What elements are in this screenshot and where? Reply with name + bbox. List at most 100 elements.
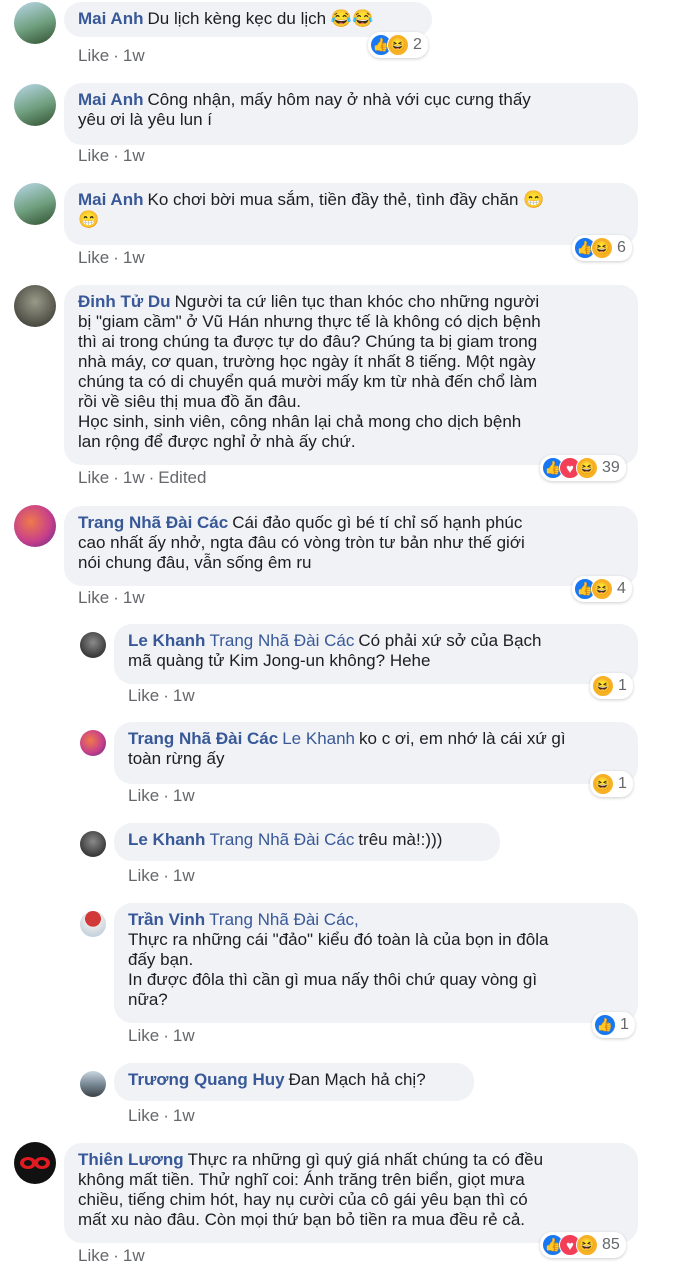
like-link[interactable]: Like (78, 146, 109, 165)
timestamp[interactable]: 1w (123, 146, 145, 165)
mention-tag[interactable]: Le Khanh (282, 729, 355, 748)
avatar[interactable] (14, 505, 56, 547)
comment-author[interactable]: Thiên Lương (78, 1150, 184, 1169)
timestamp[interactable]: 1w (123, 468, 145, 487)
comment-meta: Like · 1w (78, 248, 145, 267)
comment-bubble: Mai Anh Ko chơi bời mua sắm, tiền đầy thẻ… (64, 183, 638, 245)
mention-tag[interactable]: Trang Nhã Đài Các (209, 631, 354, 650)
reaction-summary[interactable]: 👍 😆 6 (572, 235, 632, 261)
reply-bubble: Le Khanh Trang Nhã Đài Các trêu mà!:))) (114, 823, 500, 861)
reply-bubble: Trang Nhã Đài Các Le Khanh ko c ơi, em nhớ… (114, 722, 638, 784)
avatar[interactable] (14, 285, 56, 327)
avatar[interactable] (80, 911, 106, 937)
timestamp[interactable]: 1w (173, 866, 195, 885)
haha-reaction-icon: 😆 (576, 1234, 598, 1256)
comment-bubble: Mai Anh Công nhận, mấy hôm nay ở nhà với … (64, 83, 638, 145)
haha-reaction-icon: 😆 (576, 457, 598, 479)
like-link[interactable]: Like (128, 786, 159, 805)
avatar[interactable] (80, 1071, 106, 1097)
timestamp[interactable]: 1w (123, 248, 145, 267)
avatar[interactable] (80, 831, 106, 857)
reaction-summary[interactable]: 👍 ♥ 😆 85 (540, 1232, 626, 1258)
like-link[interactable]: Like (128, 1106, 159, 1125)
haha-reaction-icon: 😆 (592, 675, 614, 697)
reaction-count: 1 (620, 1016, 629, 1033)
reaction-count: 1 (618, 677, 627, 694)
like-link[interactable]: Like (78, 588, 109, 607)
haha-reaction-icon: 😆 (591, 237, 613, 259)
haha-reaction-icon: 😆 (387, 34, 409, 56)
comment-meta: Like · 1w (78, 46, 145, 65)
comment-author[interactable]: Trang Nhã Đài Các (78, 513, 228, 532)
comment-meta: Like · 1w (78, 588, 145, 607)
avatar[interactable] (14, 183, 56, 225)
reply-bubble: Trương Quang Huy Đan Mạch hả chị? (114, 1063, 474, 1101)
comment-text: Công nhận, mấy hôm nay ở nhà với cục cưn… (78, 90, 531, 129)
reaction-summary[interactable]: 👍 😆 4 (572, 576, 632, 602)
comment-author[interactable]: Mai Anh (78, 190, 143, 209)
reply-author[interactable]: Le Khanh (128, 830, 205, 849)
comment-text: Người ta cứ liên tục than khóc cho những… (78, 292, 541, 451)
reaction-count: 2 (413, 36, 422, 53)
haha-reaction-icon: 😆 (591, 578, 613, 600)
avatar[interactable] (80, 730, 106, 756)
avatar[interactable] (14, 84, 56, 126)
reaction-count: 4 (617, 580, 626, 597)
timestamp[interactable]: 1w (173, 686, 195, 705)
reply-meta: Like · 1w (128, 786, 195, 805)
timestamp[interactable]: 1w (173, 786, 195, 805)
reply-text: Thực ra những cái "đảo" kiểu đó toàn là … (128, 930, 549, 1009)
reaction-count: 85 (602, 1236, 620, 1253)
reaction-summary[interactable]: 😆 1 (590, 771, 633, 797)
reply-text: trêu mà!:))) (358, 830, 443, 849)
reaction-count: 39 (602, 459, 620, 476)
comment-text: Du lịch kèng kẹc du lịch 😂😂 (147, 9, 374, 28)
timestamp[interactable]: 1w (173, 1106, 195, 1125)
reaction-summary[interactable]: 👍 1 (592, 1012, 635, 1038)
reply-bubble: Trần Vinh Trang Nhã Đài Các, Thực ra nhữn… (114, 903, 638, 1023)
like-link[interactable]: Like (128, 1026, 159, 1045)
reply-text: Đan Mạch hả chị? (288, 1070, 426, 1089)
reply-meta: Like · 1w (128, 866, 195, 885)
reply-bubble: Le Khanh Trang Nhã Đài Các Có phải xứ sở c… (114, 624, 638, 684)
reaction-summary[interactable]: 👍 😆 2 (368, 32, 428, 58)
comment-bubble: Thiên Lương Thực ra những gì quý giá nhất… (64, 1143, 638, 1243)
comment-author[interactable]: Đinh Tử Du (78, 292, 171, 311)
avatar[interactable] (14, 1142, 56, 1184)
like-link[interactable]: Like (128, 866, 159, 885)
like-link[interactable]: Like (78, 248, 109, 267)
comment-meta: Like · 1w (78, 146, 145, 165)
comment-author[interactable]: Mai Anh (78, 9, 143, 28)
like-link[interactable]: Like (78, 46, 109, 65)
avatar[interactable] (14, 2, 56, 44)
like-link[interactable]: Like (128, 686, 159, 705)
glasses-icon (20, 1157, 50, 1169)
timestamp[interactable]: 1w (173, 1026, 195, 1045)
comment-bubble: Đinh Tử Du Người ta cứ liên tục than khóc… (64, 285, 638, 465)
timestamp[interactable]: 1w (123, 1246, 145, 1265)
comment-meta: Like · 1w (78, 1246, 145, 1265)
haha-reaction-icon: 😆 (592, 773, 614, 795)
comment-author[interactable]: Mai Anh (78, 90, 143, 109)
reply-author[interactable]: Trương Quang Huy (128, 1070, 285, 1089)
reaction-count: 1 (618, 775, 627, 792)
comment-text: Ko chơi bời mua sắm, tiền đầy thẻ, tình … (78, 190, 545, 229)
timestamp[interactable]: 1w (123, 46, 145, 65)
reply-author[interactable]: Le Khanh (128, 631, 205, 650)
reply-meta: Like · 1w (128, 686, 195, 705)
timestamp[interactable]: 1w (123, 588, 145, 607)
avatar[interactable] (80, 632, 106, 658)
mention-tag[interactable]: Trang Nhã Đài Các (209, 830, 354, 849)
like-link[interactable]: Like (78, 468, 109, 487)
like-link[interactable]: Like (78, 1246, 109, 1265)
like-reaction-icon: 👍 (594, 1014, 616, 1036)
reply-meta: Like · 1w (128, 1106, 195, 1125)
reply-meta: Like · 1w (128, 1026, 195, 1045)
reaction-summary[interactable]: 😆 1 (590, 673, 633, 699)
reaction-summary[interactable]: 👍 ♥ 😆 39 (540, 455, 626, 481)
reaction-count: 6 (617, 239, 626, 256)
reply-author[interactable]: Trần Vinh (128, 910, 205, 929)
mention-tag[interactable]: Trang Nhã Đài Các, (209, 910, 359, 929)
edited-label[interactable]: Edited (158, 468, 206, 487)
reply-author[interactable]: Trang Nhã Đài Các (128, 729, 278, 748)
